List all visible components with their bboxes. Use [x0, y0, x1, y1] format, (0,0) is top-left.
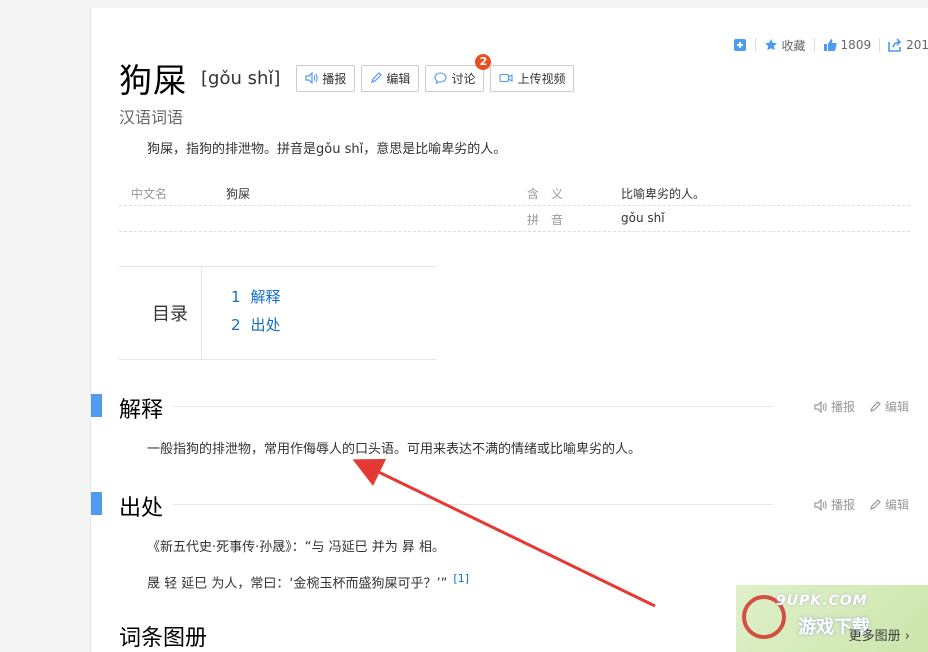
edit-button[interactable]: 编辑: [361, 64, 420, 92]
more-albums-link[interactable]: 更多图册 ›: [849, 625, 910, 644]
pencil-icon: [870, 400, 881, 412]
speaker-icon: [814, 498, 827, 511]
play-label: 播报: [322, 71, 347, 86]
favorite-button[interactable]: 收藏: [764, 37, 806, 54]
section-marker: [91, 492, 102, 515]
discuss-label: 讨论: [451, 71, 476, 86]
section-tools: 播报 编辑: [814, 496, 909, 513]
table-of-contents: 目录 1 解释 2 出处: [119, 266, 436, 360]
video-camera-icon: [499, 73, 514, 83]
pencil-icon: [371, 72, 383, 83]
speaker-icon: [814, 400, 827, 413]
entry-subtitle: 汉语词语: [119, 108, 184, 127]
star-icon: [764, 39, 777, 51]
entry-summary: 狗屎，指狗的排泄物。拼音是gǒu shǐ，意思是比喻卑劣的人。: [147, 142, 507, 157]
section-play-button[interactable]: 播报: [814, 496, 855, 513]
section-edit-button[interactable]: 编辑: [869, 496, 909, 513]
reference-link[interactable]: [1]: [453, 572, 469, 585]
source-quote-line2: 晟 轻 延巳 为人，常曰：‘金椀玉杯而盛狗屎可乎？’” [1]: [147, 572, 469, 591]
upload-video-button[interactable]: 上传视频: [490, 64, 575, 92]
basic-info-row: 中文名 狗屎 含 义 比喻卑劣的人。: [119, 180, 910, 206]
share-button[interactable]: 201: [888, 38, 928, 52]
watermark-text: 9UPK.COM: [776, 593, 868, 609]
pencil-icon: [870, 498, 881, 510]
section-play-button[interactable]: 播报: [814, 398, 855, 415]
album-title: 词条图册: [119, 626, 208, 651]
like-count: 1809: [840, 38, 872, 52]
section-marker: [91, 394, 102, 417]
comment-icon: [434, 72, 447, 84]
basic-info-key: 拼 音: [527, 213, 564, 227]
section-divider: [173, 406, 773, 407]
plus-square-icon: [733, 39, 746, 51]
basic-info-key: 含 义: [527, 187, 564, 201]
section-tools: 播报 编辑: [814, 398, 909, 415]
like-button[interactable]: 1809: [823, 38, 872, 52]
share-count: 201: [906, 38, 928, 52]
speaker-icon: [305, 72, 319, 84]
basic-info-value: gǒu shǐ: [621, 211, 665, 225]
watermark-overlay: 9UPK.COM 游戏下载 更多图册 ›: [736, 585, 928, 652]
discuss-badge: 2: [475, 53, 492, 70]
toc-item-explanation[interactable]: 1 解释: [231, 286, 281, 307]
play-button[interactable]: 播报: [296, 64, 356, 92]
section-divider: [173, 504, 773, 505]
share-icon: [888, 38, 902, 52]
basic-info-table: 中文名 狗屎 含 义 比喻卑劣的人。 拼 音 gǒu shǐ: [119, 180, 910, 232]
source-quote-line1: 《新五代史·死事传·孙晟》：“与 冯延巳 并为 昪 相。: [147, 540, 446, 555]
section-title-source: 出处: [119, 496, 164, 521]
basic-info-key: 中文名: [131, 187, 168, 201]
upload-video-label: 上传视频: [517, 71, 566, 86]
edit-label: 编辑: [386, 71, 411, 86]
basic-info-value: 狗屎: [226, 187, 251, 201]
section-explanation-text: 一般指狗的排泄物，常用作侮辱人的口头语。可用来表达不满的情绪或比喻卑劣的人。: [147, 442, 642, 457]
basic-info-value: 比喻卑劣的人。: [621, 187, 706, 201]
toc-label: 目录: [119, 267, 202, 359]
top-toolbar: 收藏 1809 201: [733, 36, 928, 54]
source-quote-text: 晟 轻 延巳 为人，常曰：‘金椀玉杯而盛狗屎可乎？’”: [147, 576, 448, 592]
favorite-label: 收藏: [781, 38, 806, 53]
section-title-explanation: 解释: [119, 398, 164, 423]
discuss-button[interactable]: 2 讨论: [425, 53, 492, 92]
thumbs-up-icon: [823, 39, 837, 51]
entry-title: 狗屎: [119, 61, 187, 100]
section-edit-button[interactable]: 编辑: [869, 398, 909, 415]
title-row: 狗屎 [gǒu shǐ] 播报 编辑 2 讨论 上传视频: [119, 53, 575, 102]
toc-item-source[interactable]: 2 出处: [231, 314, 281, 335]
entry-page: 收藏 1809 201 狗屎 [gǒu shǐ] 播报 编辑 2 讨论 上传视频…: [90, 8, 928, 652]
basic-info-row: 拼 音 gǒu shǐ: [119, 206, 910, 232]
add-button[interactable]: [733, 38, 747, 52]
entry-pinyin: [gǒu shǐ]: [201, 67, 281, 89]
